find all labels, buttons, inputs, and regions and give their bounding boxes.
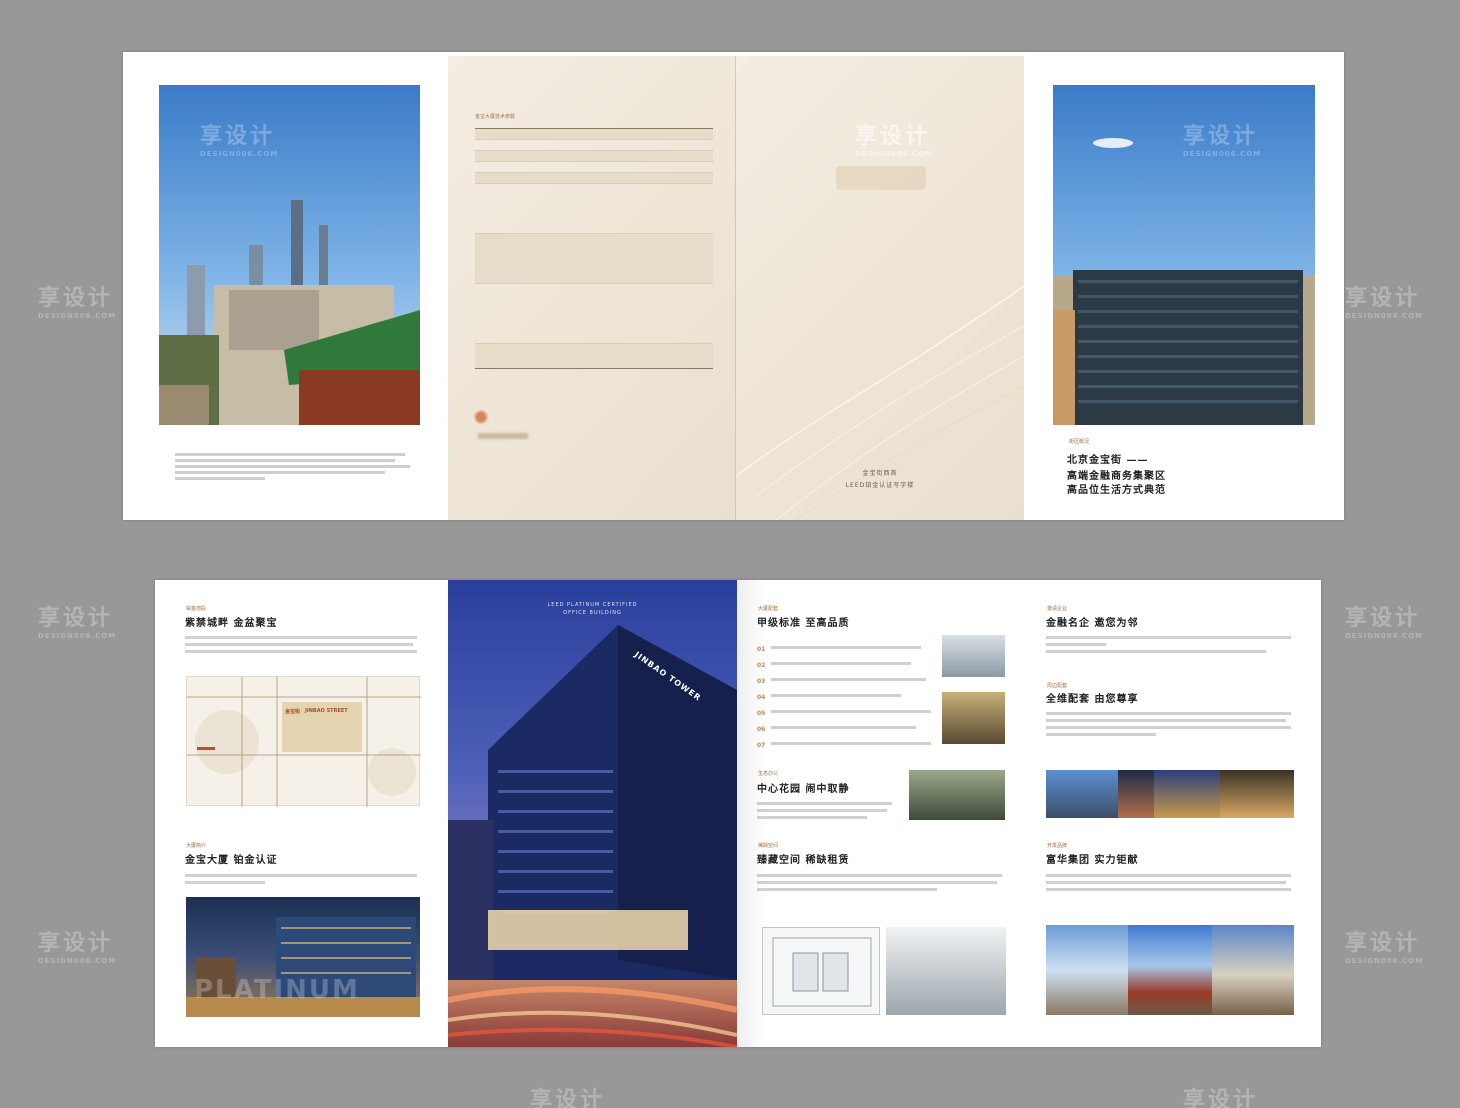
jinbao-tower-night-photo: LEED PLATINUM CERTIFIED OFFICE BUILDING … [448,580,737,1047]
cover-tagline-1: 金宝街西首 [862,470,898,477]
elevator-photo [942,692,1005,744]
developer-title: 富华集团 实力钜献 [1046,855,1139,866]
amenities-text [1046,708,1296,740]
space-text [757,870,1007,895]
corridor-photo [886,927,1006,1015]
floor-plan [762,927,880,1015]
location-text [185,632,420,657]
watermark: 享设计 [1183,1088,1259,1108]
developer-photo [1128,925,1212,1015]
location-title: 紫禁城畔 金盆聚宝 [185,618,278,629]
amenity-photo [1220,770,1294,818]
office-building-photo [1053,85,1315,425]
amenity-photo [1118,770,1154,818]
top-brochure-spread: 金宝大厦技术参数 金宝街西首 LEED铂金认证写字楼 街区概况 北京金宝街 ——… [123,52,1344,520]
overview-tag: 街区概况 [1069,439,1090,445]
map-label-jinbao-street: JINBAO STREET [305,708,348,714]
amenities-photo-strip [1046,770,1294,818]
garden-text [757,798,897,823]
feature-num: 07 [757,742,766,749]
leed-header: LEED PLATINUM CERTIFIED [547,602,638,608]
watermark: 享设计 DESIGN006.COM [38,606,117,640]
leed-subheader: OFFICE BUILDING [563,610,622,616]
beijing-skyline-photo [159,85,420,425]
tenants-text [1046,632,1296,657]
cover-page: 金宝街西首 LEED铂金认证写字楼 [736,56,1024,520]
map-label-jinbao: 金宝街 [285,709,301,715]
space-tag: 稀缺空间 [758,843,779,849]
amenities-tag: 周边配套 [1047,683,1068,689]
developer-photo-strip [1046,925,1294,1015]
watermark: 享设计 DESIGN006.COM [38,286,117,320]
watermark: 享设计 DESIGN006.COM [38,931,117,965]
building-intro-tag: 大厦简介 [186,843,207,849]
bottom-brochure-spread: 铂金地段 紫禁城畔 金盆聚宝 金宝街 JINBAO STREET 大厦简介 金宝… [155,580,1321,1047]
lobby-photo [942,635,1005,677]
specs-table [475,128,713,369]
cover-tagline-2: LEED铂金认证写字楼 [845,482,915,489]
building-intro-text [185,870,420,888]
amenity-photo [1046,770,1118,818]
location-tag: 铂金地段 [186,606,207,612]
developer-logo [475,408,545,439]
tenants-title: 金融名企 邀您为邻 [1046,618,1139,629]
photo-overlay-text: PLATINUM [194,975,360,1005]
location-map: 金宝街 JINBAO STREET [186,676,421,807]
facilities-page: 大厦配套 甲级标准 至高品质 01 02 03 04 05 06 07 生态办公… [737,580,1026,1047]
space-title: 臻藏空间 稀缺租赁 [757,855,850,866]
tenants-tag: 邀请企业 [1047,606,1068,612]
specs-page: 金宝大厦技术参数 [448,56,736,520]
building-dusk-photo: PLATINUM [186,897,420,1017]
garden-title: 中心花园 闹中取静 [757,784,850,795]
overview-title: 北京金宝街 —— [1067,455,1149,466]
garden-photo [909,770,1005,820]
overview-line-2: 高端金融商务集聚区 [1067,471,1166,482]
intro-text-block [175,450,415,490]
watermark: 享设计 DESIGN006.COM [1345,286,1424,320]
watermark: 享设计 DESIGN006.COM [1345,606,1424,640]
developer-text [1046,870,1296,895]
developer-photo [1046,925,1128,1015]
specs-title: 金宝大厦技术参数 [475,114,516,120]
amenities-title: 全维配套 由您尊享 [1046,694,1139,705]
amenity-photo [1154,770,1220,818]
developer-tag: 开发品牌 [1047,843,1068,849]
watermark: 享设计 [530,1088,606,1108]
facilities-tag: 大厦配套 [758,606,779,612]
watermark: 享设计 DESIGN006.COM [1345,931,1424,965]
garden-tag: 生态办公 [758,771,779,777]
building-intro-title: 金宝大厦 铂金认证 [185,855,278,866]
facilities-title: 甲级标准 至高品质 [757,618,850,629]
overview-line-3: 高品位生活方式典范 [1067,485,1166,496]
developer-photo [1212,925,1294,1015]
facilities-list: 01 02 03 04 05 06 07 [757,636,937,749]
